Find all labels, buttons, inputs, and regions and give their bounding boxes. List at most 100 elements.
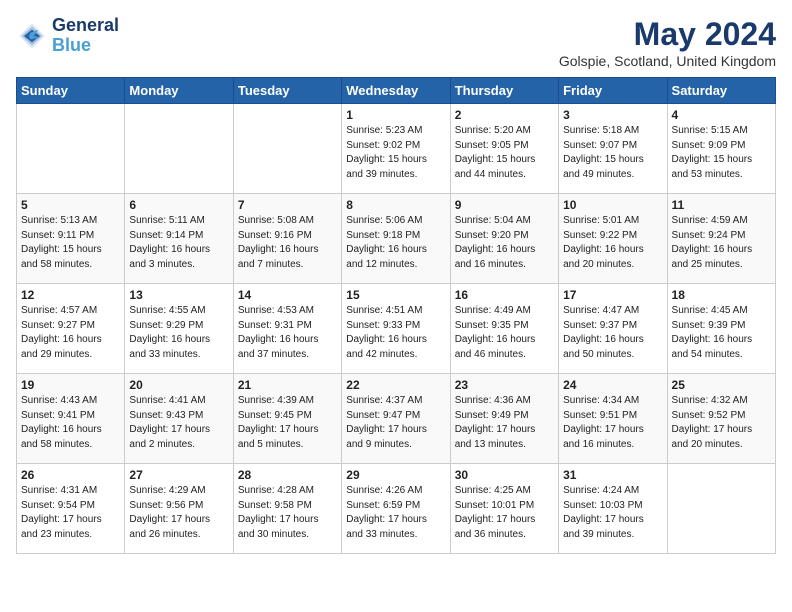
day-header-wednesday: Wednesday bbox=[342, 78, 450, 104]
calendar-cell bbox=[125, 104, 233, 194]
day-number: 27 bbox=[129, 468, 228, 482]
calendar-cell: 22 Sunrise: 4:37 AM Sunset: 9:47 PM Dayli… bbox=[342, 374, 450, 464]
calendar-cell: 12 Sunrise: 4:57 AM Sunset: 9:27 PM Dayli… bbox=[17, 284, 125, 374]
page-header: General Blue May 2024 Golspie, Scotland,… bbox=[16, 16, 776, 69]
calendar-cell: 16 Sunrise: 4:49 AM Sunset: 9:35 PM Dayli… bbox=[450, 284, 558, 374]
calendar-cell: 9Sunrise: 5:04 AM Sunset: 9:20 PM Daylig… bbox=[450, 194, 558, 284]
day-number: 8 bbox=[346, 198, 445, 212]
calendar-week-2: 5Sunrise: 5:13 AM Sunset: 9:11 PM Daylig… bbox=[17, 194, 776, 284]
day-header-tuesday: Tuesday bbox=[233, 78, 341, 104]
day-info: Sunrise: 4:51 AM Sunset: 9:33 PM Dayligh… bbox=[346, 304, 445, 362]
calendar-cell: 28Sunrise: 4:28 AM Sunset: 9:58 PM Dayli… bbox=[233, 464, 341, 554]
day-number: 16 bbox=[455, 288, 554, 302]
day-info: Sunrise: 4:53 AM Sunset: 9:31 PM Dayligh… bbox=[238, 304, 337, 362]
calendar-week-1: 1 Sunrise: 5:23 AM Sunset: 9:02 PM Daylig… bbox=[17, 104, 776, 194]
calendar-cell: 13Sunrise: 4:55 AM Sunset: 9:29 PM Dayli… bbox=[125, 284, 233, 374]
day-info: Sunrise: 5:18 AM Sunset: 9:07 PM Dayligh… bbox=[563, 124, 662, 182]
calendar-cell: 8 Sunrise: 5:06 AM Sunset: 9:18 PM Daylig… bbox=[342, 194, 450, 284]
day-info: Sunrise: 4:34 AM Sunset: 9:51 PM Dayligh… bbox=[563, 394, 662, 452]
day-number: 20 bbox=[129, 378, 228, 392]
calendar-cell: 2 Sunrise: 5:20 AM Sunset: 9:05 PM Daylig… bbox=[450, 104, 558, 194]
day-info: Sunrise: 4:25 AM Sunset: 10:01 PM Daylig… bbox=[455, 484, 554, 542]
calendar-cell: 26 Sunrise: 4:31 AM Sunset: 9:54 PM Dayli… bbox=[17, 464, 125, 554]
calendar-cell: 20 Sunrise: 4:41 AM Sunset: 9:43 PM Dayli… bbox=[125, 374, 233, 464]
day-header-friday: Friday bbox=[559, 78, 667, 104]
calendar-cell bbox=[233, 104, 341, 194]
day-header-monday: Monday bbox=[125, 78, 233, 104]
day-number: 29 bbox=[346, 468, 445, 482]
day-number: 9 bbox=[455, 198, 554, 212]
calendar-cell bbox=[17, 104, 125, 194]
day-info: Sunrise: 4:45 AM Sunset: 9:39 PM Dayligh… bbox=[672, 304, 771, 362]
calendar-cell: 14 Sunrise: 4:53 AM Sunset: 9:31 PM Dayli… bbox=[233, 284, 341, 374]
calendar-cell: 27 Sunrise: 4:29 AM Sunset: 9:56 PM Dayli… bbox=[125, 464, 233, 554]
calendar-header-row: SundayMondayTuesdayWednesdayThursdayFrid… bbox=[17, 78, 776, 104]
calendar-cell: 17 Sunrise: 4:47 AM Sunset: 9:37 PM Dayli… bbox=[559, 284, 667, 374]
calendar-cell: 7 Sunrise: 5:08 AM Sunset: 9:16 PM Daylig… bbox=[233, 194, 341, 284]
day-number: 26 bbox=[21, 468, 120, 482]
day-number: 15 bbox=[346, 288, 445, 302]
day-info: Sunrise: 5:06 AM Sunset: 9:18 PM Dayligh… bbox=[346, 214, 445, 272]
day-info: Sunrise: 4:43 AM Sunset: 9:41 PM Dayligh… bbox=[21, 394, 120, 452]
day-info: Sunrise: 4:41 AM Sunset: 9:43 PM Dayligh… bbox=[129, 394, 228, 452]
calendar-week-4: 19 Sunrise: 4:43 AM Sunset: 9:41 PM Dayli… bbox=[17, 374, 776, 464]
calendar-cell: 19 Sunrise: 4:43 AM Sunset: 9:41 PM Dayli… bbox=[17, 374, 125, 464]
day-info: Sunrise: 4:36 AM Sunset: 9:49 PM Dayligh… bbox=[455, 394, 554, 452]
day-info: Sunrise: 5:08 AM Sunset: 9:16 PM Dayligh… bbox=[238, 214, 337, 272]
day-info: Sunrise: 4:31 AM Sunset: 9:54 PM Dayligh… bbox=[21, 484, 120, 542]
day-number: 3 bbox=[563, 108, 662, 122]
day-info: Sunrise: 5:01 AM Sunset: 9:22 PM Dayligh… bbox=[563, 214, 662, 272]
day-number: 30 bbox=[455, 468, 554, 482]
day-info: Sunrise: 4:59 AM Sunset: 9:24 PM Dayligh… bbox=[672, 214, 771, 272]
calendar-table: SundayMondayTuesdayWednesdayThursdayFrid… bbox=[16, 77, 776, 554]
calendar-cell: 21Sunrise: 4:39 AM Sunset: 9:45 PM Dayli… bbox=[233, 374, 341, 464]
day-number: 1 bbox=[346, 108, 445, 122]
day-info: Sunrise: 4:55 AM Sunset: 9:29 PM Dayligh… bbox=[129, 304, 228, 362]
day-info: Sunrise: 4:47 AM Sunset: 9:37 PM Dayligh… bbox=[563, 304, 662, 362]
day-info: Sunrise: 4:57 AM Sunset: 9:27 PM Dayligh… bbox=[21, 304, 120, 362]
day-header-thursday: Thursday bbox=[450, 78, 558, 104]
day-info: Sunrise: 4:49 AM Sunset: 9:35 PM Dayligh… bbox=[455, 304, 554, 362]
day-number: 31 bbox=[563, 468, 662, 482]
day-info: Sunrise: 4:39 AM Sunset: 9:45 PM Dayligh… bbox=[238, 394, 337, 452]
calendar-week-5: 26 Sunrise: 4:31 AM Sunset: 9:54 PM Dayli… bbox=[17, 464, 776, 554]
calendar-cell bbox=[667, 464, 775, 554]
logo-icon bbox=[16, 20, 48, 52]
day-number: 18 bbox=[672, 288, 771, 302]
calendar-cell: 24 Sunrise: 4:34 AM Sunset: 9:51 PM Dayli… bbox=[559, 374, 667, 464]
calendar-cell: 25Sunrise: 4:32 AM Sunset: 9:52 PM Dayli… bbox=[667, 374, 775, 464]
title-block: May 2024 Golspie, Scotland, United Kingd… bbox=[559, 16, 776, 69]
day-info: Sunrise: 4:28 AM Sunset: 9:58 PM Dayligh… bbox=[238, 484, 337, 542]
calendar-cell: 5Sunrise: 5:13 AM Sunset: 9:11 PM Daylig… bbox=[17, 194, 125, 284]
day-number: 24 bbox=[563, 378, 662, 392]
calendar-cell: 6Sunrise: 5:11 AM Sunset: 9:14 PM Daylig… bbox=[125, 194, 233, 284]
day-info: Sunrise: 4:37 AM Sunset: 9:47 PM Dayligh… bbox=[346, 394, 445, 452]
day-number: 19 bbox=[21, 378, 120, 392]
calendar-cell: 15 Sunrise: 4:51 AM Sunset: 9:33 PM Dayli… bbox=[342, 284, 450, 374]
day-info: Sunrise: 5:11 AM Sunset: 9:14 PM Dayligh… bbox=[129, 214, 228, 272]
calendar-cell: 1 Sunrise: 5:23 AM Sunset: 9:02 PM Daylig… bbox=[342, 104, 450, 194]
calendar-cell: 30 Sunrise: 4:25 AM Sunset: 10:01 PM Dayl… bbox=[450, 464, 558, 554]
day-number: 7 bbox=[238, 198, 337, 212]
day-info: Sunrise: 4:32 AM Sunset: 9:52 PM Dayligh… bbox=[672, 394, 771, 452]
day-number: 17 bbox=[563, 288, 662, 302]
day-number: 22 bbox=[346, 378, 445, 392]
day-info: Sunrise: 5:23 AM Sunset: 9:02 PM Dayligh… bbox=[346, 124, 445, 182]
calendar-cell: 3 Sunrise: 5:18 AM Sunset: 9:07 PM Daylig… bbox=[559, 104, 667, 194]
day-header-sunday: Sunday bbox=[17, 78, 125, 104]
day-info: Sunrise: 4:26 AM Sunset: 6:59 PM Dayligh… bbox=[346, 484, 445, 542]
day-info: Sunrise: 5:20 AM Sunset: 9:05 PM Dayligh… bbox=[455, 124, 554, 182]
day-info: Sunrise: 4:24 AM Sunset: 10:03 PM Daylig… bbox=[563, 484, 662, 542]
day-number: 14 bbox=[238, 288, 337, 302]
calendar-cell: 10 Sunrise: 5:01 AM Sunset: 9:22 PM Dayli… bbox=[559, 194, 667, 284]
calendar-cell: 29 Sunrise: 4:26 AM Sunset: 6:59 PM Dayli… bbox=[342, 464, 450, 554]
day-info: Sunrise: 4:29 AM Sunset: 9:56 PM Dayligh… bbox=[129, 484, 228, 542]
calendar-cell: 23Sunrise: 4:36 AM Sunset: 9:49 PM Dayli… bbox=[450, 374, 558, 464]
day-number: 10 bbox=[563, 198, 662, 212]
calendar-cell: 18 Sunrise: 4:45 AM Sunset: 9:39 PM Dayli… bbox=[667, 284, 775, 374]
logo: General Blue bbox=[16, 16, 119, 56]
location-subtitle: Golspie, Scotland, United Kingdom bbox=[559, 53, 776, 69]
day-number: 12 bbox=[21, 288, 120, 302]
day-number: 2 bbox=[455, 108, 554, 122]
logo-text: General Blue bbox=[52, 16, 119, 56]
